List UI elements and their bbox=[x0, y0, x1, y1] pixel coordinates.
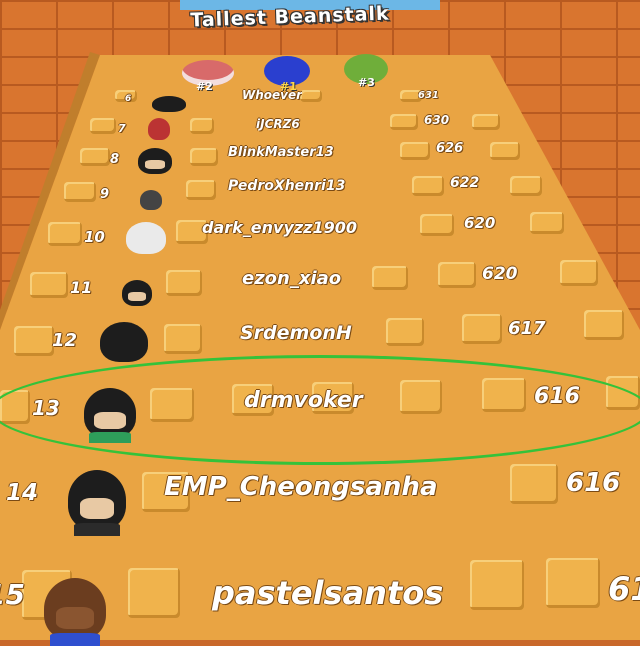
player-score: 631 bbox=[418, 90, 439, 101]
player-score: 620 bbox=[482, 264, 518, 284]
player-name: BlinkMaster13 bbox=[228, 145, 334, 160]
player-score: 61 bbox=[608, 570, 640, 608]
player-avatar bbox=[44, 578, 106, 646]
player-name: dark_envyzz1900 bbox=[202, 218, 358, 237]
row-rank: 7 bbox=[118, 122, 126, 135]
player-name: PedroXhenri13 bbox=[228, 178, 346, 194]
player-name: SrdemonH bbox=[240, 322, 352, 344]
player-name: iJCRZ6 bbox=[256, 117, 300, 131]
player-avatar bbox=[100, 322, 148, 362]
player-avatar bbox=[126, 222, 166, 254]
player-avatar bbox=[140, 190, 162, 210]
player-name: Whoever bbox=[242, 88, 303, 100]
podium-rank-2: #2 bbox=[196, 80, 213, 93]
player-score: 630 bbox=[424, 113, 450, 127]
player-avatar bbox=[148, 118, 170, 140]
player-score: 620 bbox=[464, 214, 496, 232]
player-name: EMP_Cheongsanha bbox=[164, 472, 438, 502]
row-rank: 14 bbox=[6, 480, 39, 506]
player-score: 626 bbox=[436, 141, 464, 156]
row-rank: 9 bbox=[100, 187, 110, 202]
row-rank: 12 bbox=[52, 330, 78, 351]
row-rank: 15 bbox=[0, 578, 25, 611]
player-name: ezon_xiao bbox=[242, 268, 342, 289]
player-avatar bbox=[122, 280, 152, 306]
player-avatar bbox=[68, 470, 126, 536]
podium-rank-3: #3 bbox=[358, 76, 375, 89]
player-name: pastelsantos bbox=[212, 574, 444, 612]
player-score: 622 bbox=[450, 175, 480, 191]
row-rank: 10 bbox=[84, 228, 105, 246]
row-rank: 11 bbox=[70, 278, 93, 297]
player-score: 616 bbox=[566, 468, 621, 498]
player-avatar bbox=[152, 96, 186, 112]
player-avatar bbox=[138, 148, 172, 174]
row-rank: 8 bbox=[110, 152, 120, 167]
player-score: 617 bbox=[508, 318, 546, 339]
row-rank: 6 bbox=[125, 94, 132, 104]
current-player-highlight-ring bbox=[0, 355, 640, 465]
